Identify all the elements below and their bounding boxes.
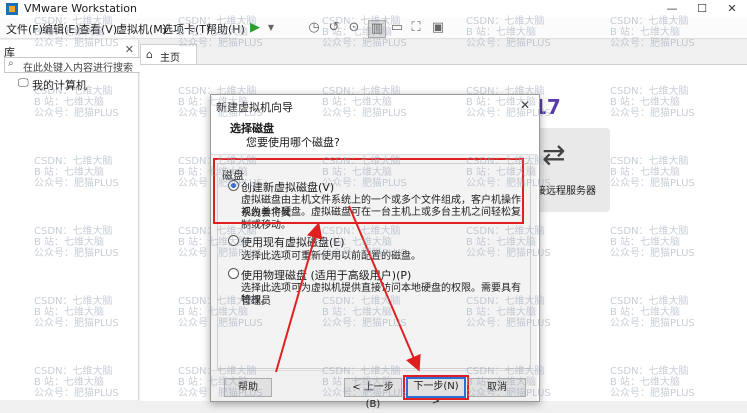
arrow-to-next (348, 205, 421, 372)
annotation-arrows (275, 205, 421, 373)
arrow-to-option (275, 222, 323, 373)
